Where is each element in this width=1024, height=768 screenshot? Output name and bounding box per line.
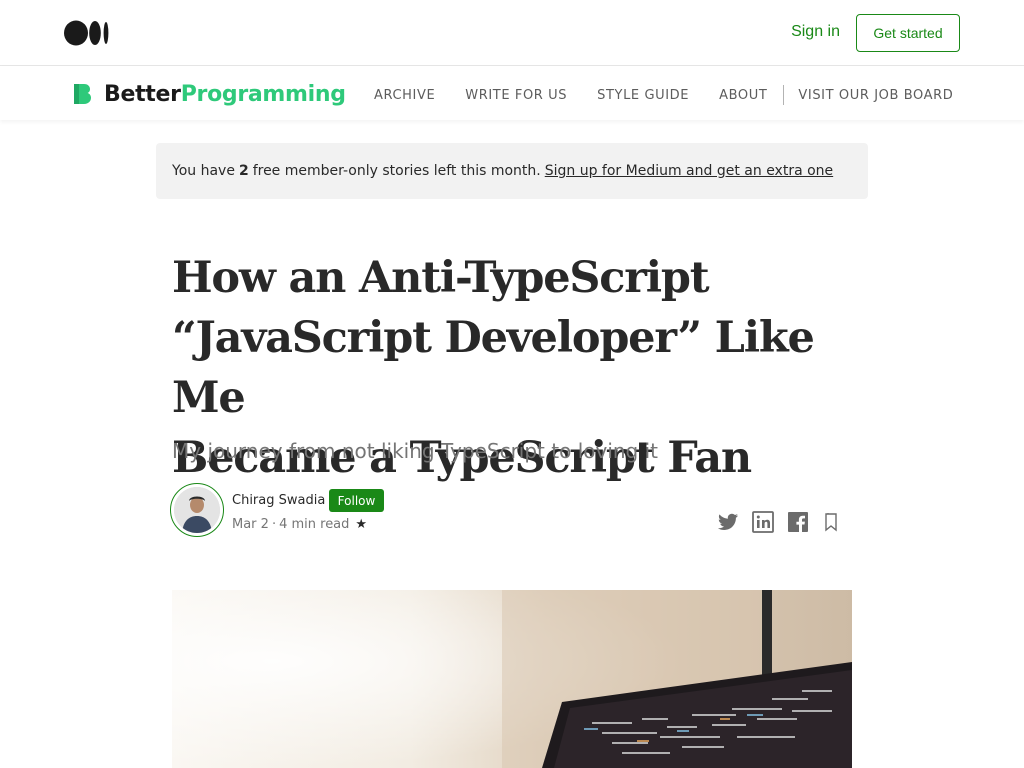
twitter-share-button[interactable] — [716, 510, 740, 534]
article-subtitle: My journey from not liking TypeScript to… — [172, 439, 659, 463]
nav-about[interactable]: ABOUT — [719, 88, 767, 103]
member-stories-banner: You have 2 free member-only stories left… — [156, 143, 868, 199]
member-only-star-icon: ★ — [355, 517, 368, 532]
article-meta: Mar 2 · 4 min read ★ — [232, 517, 368, 532]
author-name[interactable]: Chirag Swadia — [232, 493, 325, 508]
twitter-icon — [717, 513, 738, 530]
publish-date: Mar 2 — [232, 517, 269, 532]
medium-topbar: Sign in Get started — [0, 0, 1024, 66]
nav-archive[interactable]: ARCHIVE — [374, 88, 435, 103]
publication-nav-links: ARCHIVE WRITE FOR US STYLE GUIDE ABOUT V… — [374, 85, 953, 105]
better-programming-logo[interactable]: BetterProgramming — [74, 80, 346, 108]
author-photo-icon — [174, 487, 220, 533]
facebook-share-button[interactable] — [786, 510, 810, 534]
author-avatar[interactable] — [170, 483, 224, 537]
nav-job-board[interactable]: VISIT OUR JOB BOARD — [798, 88, 953, 103]
article-title-line-2: “JavaScript Developer” Like Me — [172, 313, 815, 423]
publication-navbar: BetterProgramming ARCHIVE WRITE FOR US S… — [0, 66, 1024, 120]
article-title-line-1: How an Anti-TypeScript — [172, 253, 710, 303]
banner-prefix: You have — [172, 163, 235, 179]
nav-divider — [783, 85, 785, 105]
linkedin-icon — [752, 511, 774, 533]
bookmark-icon — [825, 513, 837, 532]
signup-extra-story-link[interactable]: Sign up for Medium and get an extra one — [545, 163, 833, 179]
publication-name-better: Better — [104, 81, 181, 107]
laptop-code-photo-icon — [172, 590, 852, 768]
banner-suffix: free member-only stories left this month… — [252, 163, 541, 179]
nav-write-for-us[interactable]: WRITE FOR US — [465, 88, 567, 103]
sign-in-link[interactable]: Sign in — [791, 23, 840, 41]
bookmark-button[interactable] — [819, 510, 843, 534]
linkedin-share-button[interactable] — [751, 510, 775, 534]
follow-button[interactable]: Follow — [329, 489, 384, 512]
better-programming-b-icon — [74, 84, 91, 104]
get-started-button[interactable]: Get started — [856, 14, 960, 52]
publication-name-programming: Programming — [180, 81, 346, 107]
nav-style-guide[interactable]: STYLE GUIDE — [597, 88, 689, 103]
banner-count: 2 — [238, 163, 249, 179]
hero-image — [172, 590, 852, 768]
medium-logo-icon[interactable] — [64, 20, 110, 46]
read-time: 4 min read — [279, 517, 350, 532]
facebook-icon — [788, 512, 808, 532]
